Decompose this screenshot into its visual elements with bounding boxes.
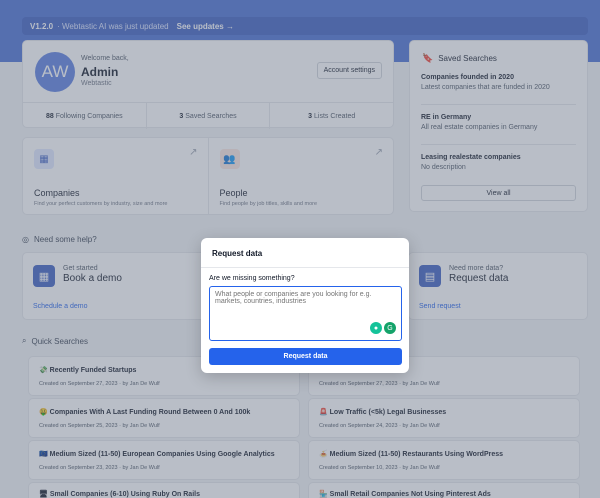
- grammarly-icon[interactable]: ●: [370, 322, 382, 334]
- submit-request-button[interactable]: Request data: [209, 348, 402, 365]
- modal-divider: [201, 267, 409, 268]
- modal-question-label: Are we missing something?: [209, 275, 295, 282]
- grammarly-g-icon[interactable]: G: [384, 322, 396, 334]
- modal-title: Request data: [212, 249, 263, 258]
- request-data-modal: Request data Are we missing something? ●…: [201, 238, 409, 373]
